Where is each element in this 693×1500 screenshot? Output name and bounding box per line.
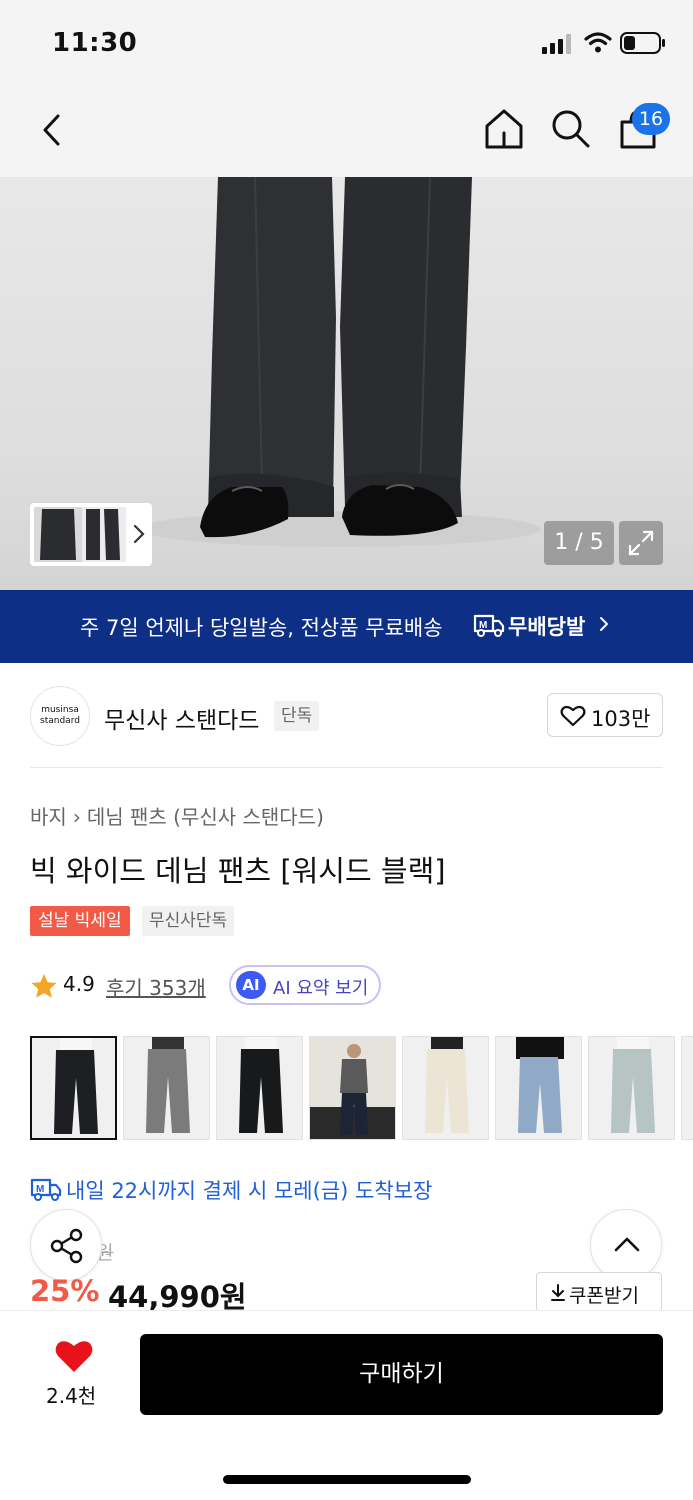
- brand-name[interactable]: 무신사 스탠다드: [104, 701, 259, 735]
- breadcrumb-item-pants[interactable]: 바지: [30, 805, 67, 829]
- star-icon: [31, 974, 57, 998]
- delivery-guarantee-text[interactable]: 내일 22시까지 결제 시 모레(금) 도착보장: [66, 1175, 432, 1205]
- color-option-more[interactable]: [681, 1036, 693, 1140]
- chevron-right-icon: ›: [72, 805, 81, 829]
- shipping-banner[interactable]: 주 7일 언제나 당일발송, 전상품 무료배송 M 무배당발: [0, 590, 693, 663]
- divider: [30, 767, 663, 768]
- cart-count-badge: 16: [632, 103, 670, 135]
- product-image[interactable]: 1 / 5: [0, 177, 693, 590]
- discount-rate: 25%: [30, 1274, 100, 1308]
- wifi-icon: [584, 32, 612, 53]
- expand-icon: [628, 530, 654, 556]
- brand-like-button[interactable]: 103만: [547, 693, 663, 737]
- color-option-light-blue[interactable]: [495, 1036, 582, 1140]
- chevron-right-icon: [600, 617, 609, 631]
- sale-tag: 설날 빅세일: [30, 906, 130, 936]
- heart-filled-icon[interactable]: [54, 1338, 94, 1374]
- coupon-button[interactable]: 쿠폰받기: [536, 1272, 662, 1312]
- ai-summary-label: AI 요약 보기: [273, 978, 369, 999]
- search-icon[interactable]: [548, 106, 592, 150]
- gallery-thumb-2[interactable]: [82, 507, 126, 562]
- cellular-signal-icon: [542, 34, 571, 54]
- banner-text: 주 7일 언제나 당일발송, 전상품 무료배송: [80, 616, 443, 640]
- brand-logo-line1: musinsa: [41, 705, 79, 715]
- exclusive-badge: 단독: [274, 701, 320, 731]
- rating-value: 4.9: [63, 972, 95, 996]
- brand-logo[interactable]: musinsa standard: [30, 686, 90, 746]
- ai-summary-button[interactable]: AI AI 요약 보기: [229, 965, 381, 1005]
- brand-like-count: 103만: [591, 707, 651, 731]
- color-option-ecru[interactable]: [402, 1036, 489, 1140]
- chevron-up-icon: [614, 1237, 640, 1252]
- scroll-to-top-button[interactable]: [590, 1209, 662, 1281]
- color-options: [30, 1034, 693, 1144]
- home-indicator: [223, 1475, 471, 1484]
- delivery-truck-icon: M: [30, 1178, 62, 1201]
- delivery-truck-icon: M: [473, 614, 505, 637]
- coupon-label: 쿠폰받기: [569, 1285, 639, 1307]
- color-option-black-2[interactable]: [216, 1036, 303, 1140]
- wishlist-count: 2.4천: [46, 1384, 97, 1408]
- gallery-thumb-1[interactable]: [34, 507, 82, 562]
- status-time: 11:30: [52, 28, 138, 58]
- reviews-link[interactable]: 후기 353개: [106, 972, 206, 1001]
- heart-outline-icon: [560, 705, 586, 727]
- product-title: 빅 와이드 데님 팬츠 [워시드 블랙]: [30, 854, 446, 888]
- banner-brand: 무배당발: [508, 615, 586, 639]
- battery-icon: [620, 32, 665, 54]
- chevron-right-icon: [133, 524, 145, 544]
- ai-logo-icon: AI: [236, 971, 266, 999]
- color-option-gray[interactable]: [123, 1036, 210, 1140]
- top-bar: 11:30 16: [0, 0, 693, 177]
- share-icon: [50, 1228, 83, 1264]
- download-icon: [551, 1284, 565, 1301]
- breadcrumb: 바지 › 데님 팬츠 (무신사 스탠다드): [30, 801, 324, 830]
- exclusive-tag: 무신사단독: [142, 906, 235, 936]
- brand-logo-line2: standard: [40, 716, 80, 726]
- color-option-dark-indigo[interactable]: [309, 1036, 396, 1140]
- color-option-pale-blue[interactable]: [588, 1036, 675, 1140]
- svg-text:M: M: [36, 1184, 44, 1195]
- home-icon[interactable]: [482, 106, 526, 152]
- image-counter: 1 / 5: [544, 521, 614, 565]
- buy-button[interactable]: 구매하기: [140, 1334, 663, 1415]
- breadcrumb-item-denim[interactable]: 데님 팬츠 (무신사 스탠다드): [87, 805, 324, 829]
- share-button[interactable]: [30, 1209, 102, 1281]
- gallery-thumbnail-strip[interactable]: [30, 503, 152, 566]
- back-icon[interactable]: [36, 108, 70, 152]
- expand-image-button[interactable]: [619, 521, 663, 565]
- svg-text:M: M: [479, 620, 487, 631]
- color-option-black[interactable]: [30, 1036, 117, 1140]
